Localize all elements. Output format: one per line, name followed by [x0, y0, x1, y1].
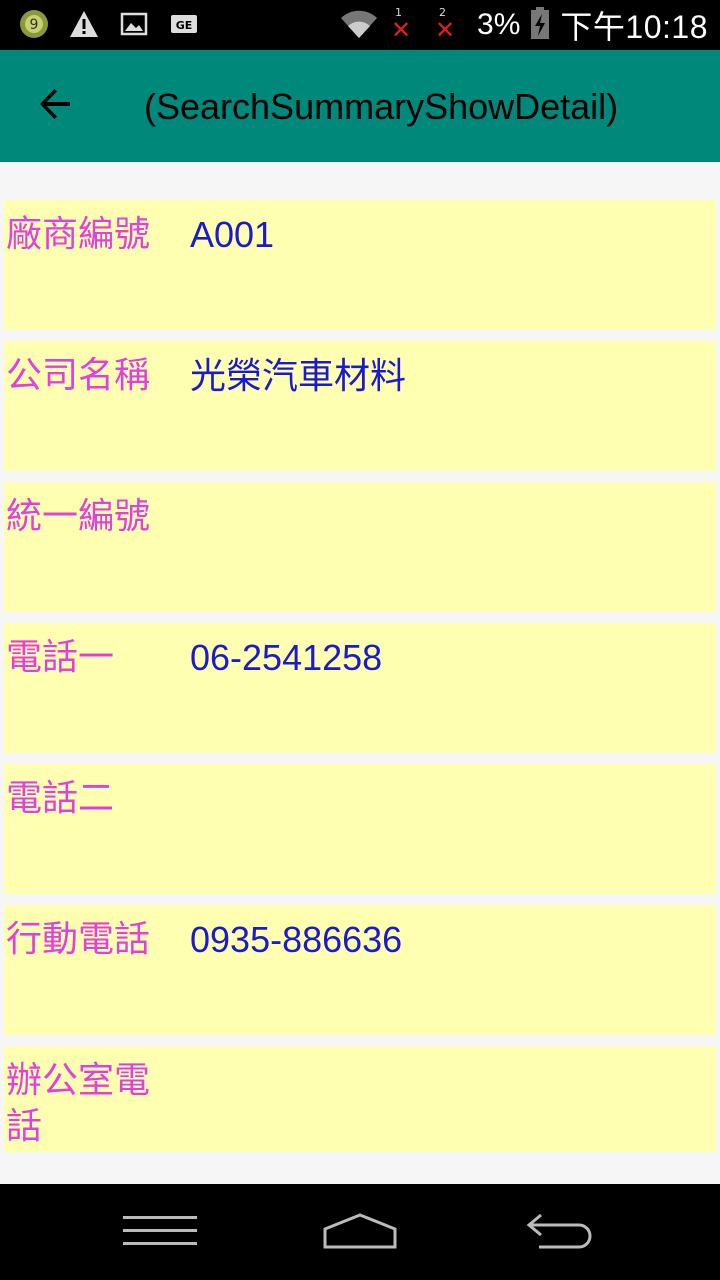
- field-label: 電話一: [6, 637, 115, 678]
- number-9-badge-icon: 9: [18, 8, 50, 40]
- image-icon: [118, 8, 150, 40]
- nav-back-button[interactable]: [515, 1208, 605, 1258]
- field-value: 0935-886636: [190, 919, 403, 960]
- back-icon: [525, 1211, 595, 1255]
- field-value: A001: [190, 214, 275, 255]
- field-label: 統一編號: [6, 496, 151, 537]
- field-label: 電話二: [6, 778, 115, 819]
- field-row-tax-id: 統一編號: [4, 482, 716, 612]
- field-value: 光榮汽車材料: [190, 355, 407, 396]
- field-row-phone-2: 電話二: [4, 764, 716, 894]
- app-bar: (SearchSummaryShowDetail): [0, 50, 720, 162]
- svg-text:GE: GE: [176, 19, 193, 32]
- clock: 下午10:18: [560, 9, 708, 45]
- status-bar: 9 GE 1 ✕ 2 ✕ 3% 下午10:18: [0, 0, 720, 50]
- system-icons: 1 ✕ 2 ✕ 3% 下午10:18: [339, 5, 708, 45]
- battery-icon: [530, 6, 550, 44]
- field-label: 行動電話: [6, 919, 151, 960]
- warning-icon: [68, 8, 100, 40]
- svg-text:9: 9: [30, 17, 39, 33]
- field-label: 公司名稱: [6, 355, 151, 396]
- wifi-icon: [339, 6, 379, 44]
- back-button[interactable]: [24, 76, 88, 136]
- sim2-signal-icon: 2 ✕: [433, 6, 467, 44]
- no-signal-icon: ✕: [391, 16, 412, 44]
- field-value: 06-2541258: [190, 637, 383, 678]
- field-row-phone-1: 電話一 06-2541258: [4, 623, 716, 753]
- menu-icon: [123, 1214, 197, 1252]
- field-label: 廠商編號: [6, 214, 151, 255]
- arrow-back-icon: [36, 84, 76, 128]
- notification-icons: 9 GE: [18, 8, 200, 40]
- detail-list: 廠商編號 A001 公司名稱 光榮汽車材料 統一編號 電話一 06-254125…: [0, 162, 720, 1184]
- field-label: 辦公室電話: [6, 1060, 151, 1147]
- sim-card-icon: GE: [168, 8, 200, 40]
- home-icon: [323, 1211, 397, 1255]
- field-row-vendor-id: 廠商編號 A001: [4, 200, 716, 330]
- field-row-company-name: 公司名稱 光榮汽車材料: [4, 341, 716, 471]
- sim1-signal-icon: 1 ✕: [389, 6, 423, 44]
- page-title: (SearchSummaryShowDetail): [144, 86, 619, 127]
- no-signal-icon: ✕: [435, 16, 456, 44]
- home-button[interactable]: [315, 1208, 405, 1258]
- menu-button[interactable]: [115, 1208, 205, 1258]
- field-row-mobile-phone: 行動電話 0935-886636: [4, 905, 716, 1035]
- battery-percent: 3%: [477, 8, 521, 41]
- navigation-bar: [0, 1184, 720, 1280]
- field-row-office-phone: 辦公室電話: [4, 1046, 716, 1152]
